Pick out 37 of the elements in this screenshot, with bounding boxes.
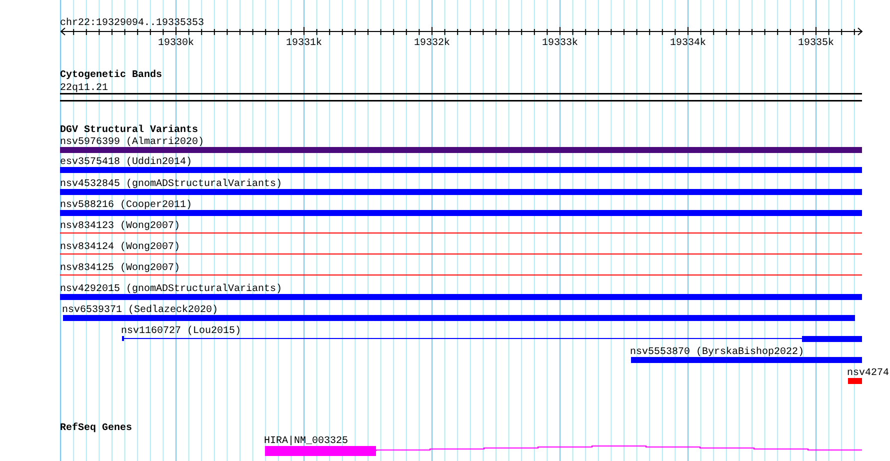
- location-label: chr22:19329094..19335353: [60, 18, 204, 29]
- feature-label: nsv834123 (Wong2007): [60, 221, 180, 232]
- feature-label: nsv4274: [847, 368, 890, 379]
- tick-label: 19331k: [286, 38, 322, 49]
- track-title: RefSeq Genes: [60, 423, 132, 434]
- variant-bar[interactable]: [63, 315, 855, 321]
- variant-bar[interactable]: [60, 189, 862, 195]
- feature-label: nsv5553870 (ByrskaBishop2022): [630, 347, 804, 358]
- variant-bar[interactable]: [60, 167, 862, 173]
- track-title: DGV Structural Variants: [60, 125, 198, 136]
- tick-label: 19335k: [798, 38, 834, 49]
- gene-model[interactable]: [265, 446, 862, 456]
- feature-label: nsv6539371 (Sedlazeck2020): [62, 305, 218, 316]
- feature-label: esv3575418 (Uddin2014): [60, 157, 192, 168]
- tick-label: 19332k: [414, 38, 450, 49]
- tick-label: 19333k: [542, 38, 578, 49]
- feature-label: 22q11.21: [60, 83, 108, 94]
- variant-bar[interactable]: [60, 210, 862, 216]
- variant-line[interactable]: [60, 274, 862, 276]
- band-outline[interactable]: [60, 93, 862, 102]
- feature-label: nsv834124 (Wong2007): [60, 242, 180, 253]
- feature-label: nsv1160727 (Lou2015): [121, 326, 242, 337]
- feature-label: nsv588216 (Cooper2011): [60, 200, 192, 211]
- variant-line[interactable]: [60, 232, 862, 234]
- feature-label: nsv4292015 (gnomADStructuralVariants): [60, 284, 282, 295]
- variant-bar[interactable]: [60, 147, 862, 153]
- tick-label: 19334k: [670, 38, 706, 49]
- feature-label: nsv4532845 (gnomADStructuralVariants): [60, 179, 282, 190]
- track-title: Cytogenetic Bands: [60, 70, 162, 81]
- variant-span[interactable]: [122, 336, 862, 342]
- feature-label: HIRA|NM_003325: [264, 436, 348, 447]
- variant-bar[interactable]: [60, 294, 862, 300]
- variant-bar[interactable]: [631, 357, 862, 363]
- variant-bar[interactable]: [848, 378, 862, 384]
- feature-label: nsv834125 (Wong2007): [60, 263, 180, 274]
- tick-label: 19330k: [158, 38, 194, 49]
- feature-label: nsv5976399 (Almarri2020): [60, 137, 204, 148]
